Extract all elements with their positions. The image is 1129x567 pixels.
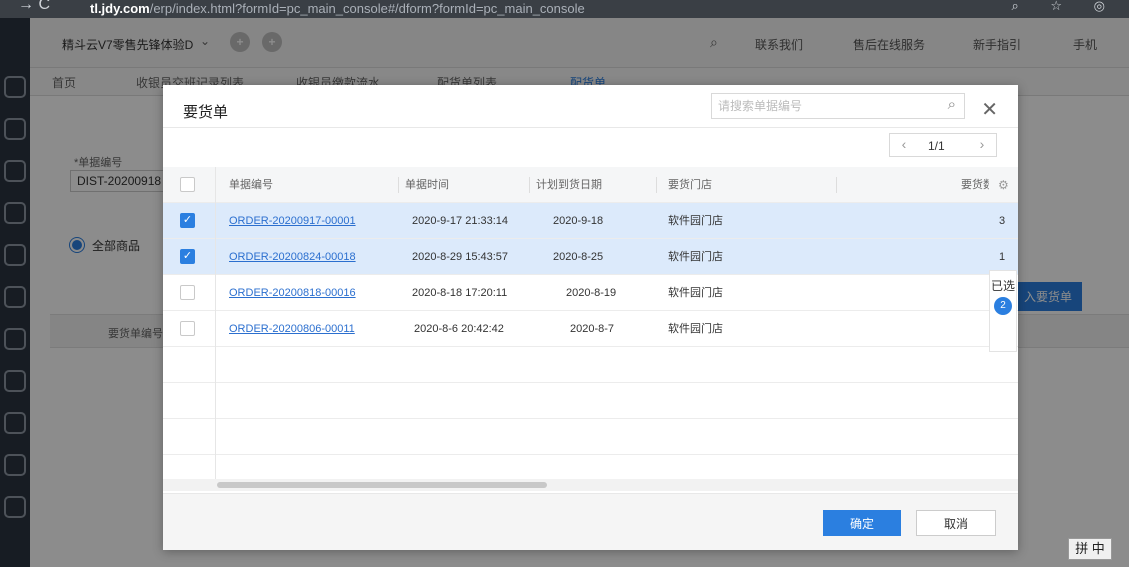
- col-qty: 要货数: [961, 179, 989, 191]
- search-icon[interactable]: ⌕: [948, 96, 956, 113]
- col-doc-no: 单据编号: [229, 179, 273, 191]
- qty: 3: [999, 215, 1006, 227]
- order-grid: 单据编号 单据时间 计划到货日期 要货门店 要货数 ⚙ ✓ ORDER-2020…: [163, 167, 1018, 491]
- col-separator: [529, 177, 530, 193]
- table-row[interactable]: ORDER-20200818-00016 2020-8-18 17:20:11 …: [163, 275, 1018, 311]
- doc-time: 2020-8-29 15:43:57: [412, 251, 509, 263]
- grid-header: 单据编号 单据时间 计划到货日期 要货门店 要货数 ⚙: [163, 167, 1018, 203]
- plan-date: 2020-8-25: [553, 251, 604, 263]
- browser-action-icons[interactable]: ⌕ ☆ ◎: [1011, 0, 1119, 14]
- pagination: ‹ 1/1 ›: [889, 133, 997, 157]
- plan-date: 2020-8-19: [566, 287, 617, 299]
- row-checkbox[interactable]: [180, 285, 195, 300]
- store: 软件园门店: [668, 323, 723, 335]
- store: 软件园门店: [668, 251, 723, 263]
- divider: [163, 127, 1018, 128]
- doc-time: 2020-8-18 17:20:11: [412, 287, 508, 299]
- empty-row: [163, 419, 1018, 455]
- selected-panel-toggle[interactable]: 已选 2: [989, 270, 1017, 352]
- url-host: tl.jdy.com: [90, 1, 150, 16]
- next-page-icon[interactable]: ›: [972, 136, 992, 152]
- col-doc-time: 单据时间: [405, 179, 449, 191]
- selected-label: 已选: [990, 279, 1015, 293]
- ime-indicator[interactable]: 拼 中: [1068, 538, 1112, 560]
- table-row[interactable]: ORDER-20200806-00011 2020-8-6 20:42:42 2…: [163, 311, 1018, 347]
- row-checkbox[interactable]: ✓: [180, 249, 195, 264]
- empty-row: [163, 383, 1018, 419]
- row-checkbox[interactable]: [180, 321, 195, 336]
- plan-date: 2020-9-18: [553, 215, 604, 227]
- table-row[interactable]: ✓ ORDER-20200824-00018 2020-8-29 15:43:5…: [163, 239, 1018, 275]
- table-row[interactable]: ✓ ORDER-20200917-00001 2020-9-17 21:33:1…: [163, 203, 1018, 239]
- col-store: 要货门店: [668, 179, 712, 191]
- row-checkbox[interactable]: ✓: [180, 213, 195, 228]
- doc-no-link[interactable]: ORDER-20200818-00016: [229, 275, 356, 311]
- browser-toolbar: → C tl.jdy.com/erp/index.html?formId=pc_…: [0, 0, 1129, 18]
- doc-no-link[interactable]: ORDER-20200824-00018: [229, 239, 356, 275]
- select-all-checkbox[interactable]: [180, 177, 195, 192]
- browser-nav-icons[interactable]: → C: [18, 0, 50, 14]
- address-bar[interactable]: tl.jdy.com/erp/index.html?formId=pc_main…: [90, 1, 585, 16]
- selected-count-badge: 2: [994, 297, 1012, 315]
- page-indicator: 1/1: [928, 139, 945, 153]
- search-box: ⌕: [711, 93, 965, 119]
- dialog-title: 要货单: [183, 104, 229, 121]
- close-icon[interactable]: ✕: [981, 97, 998, 122]
- store: 软件园门店: [668, 287, 723, 299]
- col-separator: [656, 177, 657, 193]
- col-separator: [398, 177, 399, 193]
- cancel-button[interactable]: 取消: [916, 510, 996, 536]
- order-select-dialog: 要货单 ⌕ ✕ ‹ 1/1 › 单据编号 单据时间 计划到货日期 要货门店 要货…: [163, 85, 1018, 550]
- col-separator: [836, 177, 837, 193]
- prev-page-icon[interactable]: ‹: [894, 136, 914, 152]
- col-plan-date: 计划到货日期: [536, 179, 602, 191]
- url-path: /erp/index.html?formId=pc_main_console#/…: [149, 1, 585, 16]
- doc-no-link[interactable]: ORDER-20200917-00001: [229, 203, 356, 239]
- empty-row: [163, 347, 1018, 383]
- confirm-button[interactable]: 确定: [823, 510, 901, 536]
- doc-time: 2020-9-17 21:33:14: [412, 215, 509, 227]
- plan-date: 2020-8-7: [570, 323, 615, 335]
- gear-icon[interactable]: ⚙: [998, 178, 1009, 192]
- doc-no-link[interactable]: ORDER-20200806-00011: [229, 311, 355, 347]
- store: 软件园门店: [668, 215, 723, 227]
- search-input[interactable]: [712, 94, 922, 118]
- dialog-footer: 确定 取消: [163, 493, 1018, 550]
- doc-time: 2020-8-6 20:42:42: [414, 323, 504, 335]
- horizontal-scrollbar[interactable]: [217, 482, 547, 488]
- checkbox-column-border: [215, 167, 216, 487]
